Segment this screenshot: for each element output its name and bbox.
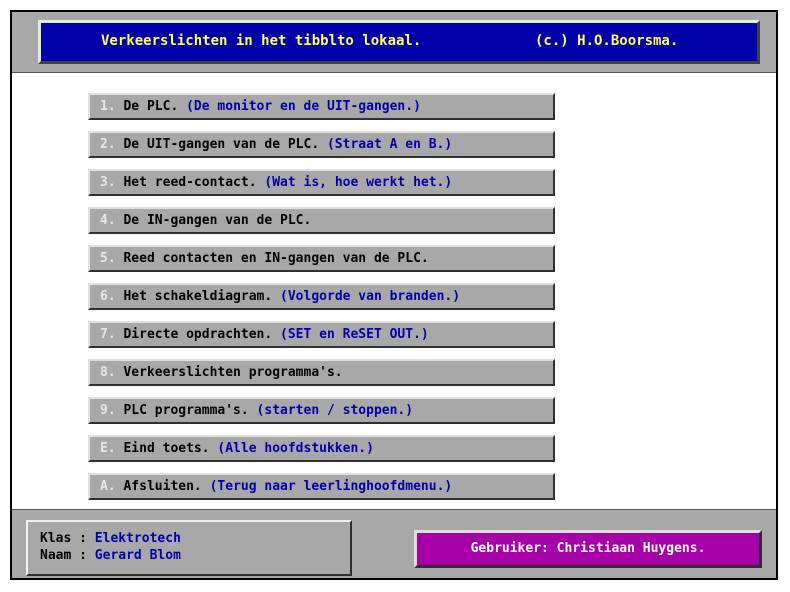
menu-hint: (starten / stoppen.) xyxy=(256,403,414,418)
current-user-badge: Gebruiker: Christiaan Huygens. xyxy=(414,530,762,568)
menu-hint: (De monitor en de UIT-gangen.) xyxy=(186,99,421,114)
menu-item-reed-in-gangen[interactable]: 5. Reed contacten en IN-gangen van de PL… xyxy=(88,245,555,272)
menu-key: 9. xyxy=(100,403,116,418)
copyright-text: (c.) H.O.Boorsma. xyxy=(535,33,679,49)
menu-key: 4. xyxy=(100,213,116,228)
klas-label: Klas : xyxy=(40,531,95,546)
title-bar: Verkeerslichten in het tibblto lokaal. (… xyxy=(38,20,760,64)
menu-area: 1. De PLC. (De monitor en de UIT-gangen.… xyxy=(12,72,776,510)
menu-item-plc-programmas[interactable]: 9. PLC programma's. (starten / stoppen.) xyxy=(88,397,555,424)
menu-item-afsluiten[interactable]: A. Afsluiten. (Terug naar leerlinghoofdm… xyxy=(88,473,555,500)
menu-hint: (Terug naar leerlinghoofdmenu.) xyxy=(209,479,453,494)
naam-label: Naam : xyxy=(40,548,95,563)
menu-key: 8. xyxy=(100,365,116,380)
student-info-panel: Klas : Elektrotech Naam : Gerard Blom xyxy=(26,520,352,576)
menu-key: E. xyxy=(100,441,116,456)
menu-label: De PLC. xyxy=(123,99,179,114)
klas-value: Elektrotech xyxy=(94,531,181,546)
menu-key: 7. xyxy=(100,327,116,342)
menu-label: De IN-gangen van de PLC. xyxy=(123,213,312,228)
menu-label: Verkeerslichten programma's. xyxy=(123,365,343,380)
menu-label: Eind toets. xyxy=(123,441,210,456)
menu-key: A. xyxy=(100,479,116,494)
menu-item-directe-opdrachten[interactable]: 7. Directe opdrachten. (SET en ReSET OUT… xyxy=(88,321,555,348)
menu-hint: (Wat is, hoe werkt het.) xyxy=(264,175,453,190)
menu-label: De UIT-gangen van de PLC. xyxy=(123,137,320,152)
main-window: Verkeerslichten in het tibblto lokaal. (… xyxy=(10,10,778,580)
menu-hint: (Alle hoofdstukken.) xyxy=(217,441,374,456)
menu-item-uit-gangen[interactable]: 2. De UIT-gangen van de PLC. (Straat A e… xyxy=(88,131,555,158)
menu-item-verkeerslichten-programmas[interactable]: 8. Verkeerslichten programma's. xyxy=(88,359,555,386)
menu-item-eind-toets[interactable]: E. Eind toets. (Alle hoofdstukken.) xyxy=(88,435,555,462)
menu-item-in-gangen[interactable]: 4. De IN-gangen van de PLC. xyxy=(88,207,555,234)
menu-key: 1. xyxy=(100,99,116,114)
menu-item-schakeldiagram[interactable]: 6. Het schakeldiagram. (Volgorde van bra… xyxy=(88,283,555,310)
menu-label: Het reed-contact. xyxy=(123,175,257,190)
menu-label: Directe opdrachten. xyxy=(123,327,273,342)
menu-label: Reed contacten en IN-gangen van de PLC. xyxy=(123,251,429,266)
klas-row: Klas : Elektrotech xyxy=(40,530,350,547)
menu-item-plc[interactable]: 1. De PLC. (De monitor en de UIT-gangen.… xyxy=(88,93,555,120)
menu-label: PLC programma's. xyxy=(123,403,249,418)
menu-item-reed-contact[interactable]: 3. Het reed-contact. (Wat is, hoe werkt … xyxy=(88,169,555,196)
menu-hint: (Volgorde van branden.) xyxy=(280,289,461,304)
app-title: Verkeerslichten in het tibblto lokaal. xyxy=(101,33,422,49)
menu-label: Afsluiten. xyxy=(123,479,202,494)
menu-key: 3. xyxy=(100,175,116,190)
menu-key: 5. xyxy=(100,251,116,266)
naam-value: Gerard Blom xyxy=(94,548,181,563)
naam-row: Naam : Gerard Blom xyxy=(40,547,350,564)
menu-label: Het schakeldiagram. xyxy=(123,289,273,304)
menu-hint: (Straat A en B.) xyxy=(326,137,453,152)
menu-key: 2. xyxy=(100,137,116,152)
menu-hint: (SET en ReSET OUT.) xyxy=(280,327,429,342)
menu-key: 6. xyxy=(100,289,116,304)
